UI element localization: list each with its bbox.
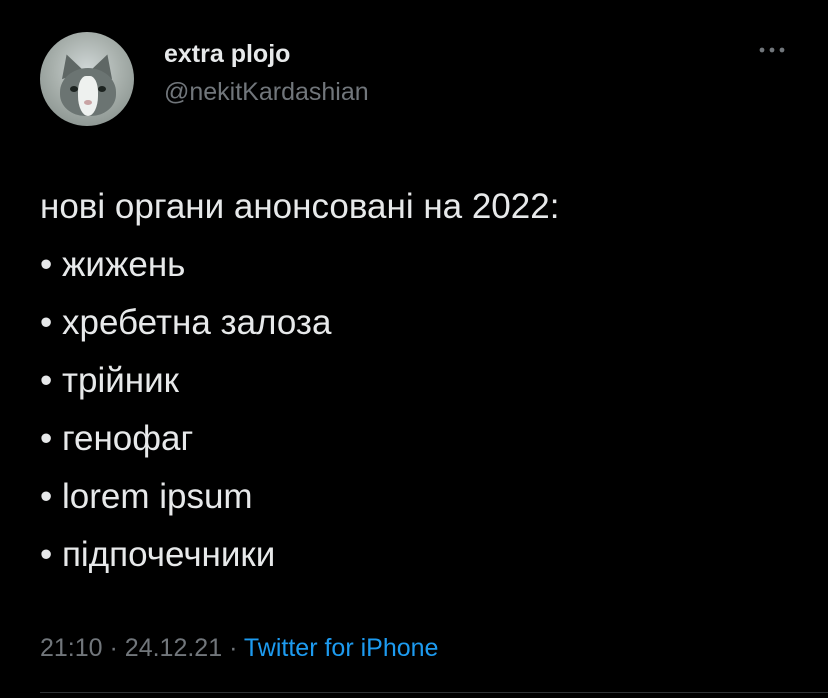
tweet-list-item: • хребетна залоза [40,303,332,342]
avatar-cat-blaze [78,76,98,116]
tweet-time[interactable]: 21:10 [40,634,103,662]
display-name[interactable]: extra plojo [164,40,290,69]
avatar[interactable] [40,32,134,126]
tweet-meta: 21:10 · 24.12.21 · Twitter for iPhone [40,634,438,663]
tweet-source-link[interactable]: Twitter for iPhone [244,634,439,662]
divider [40,692,828,693]
meta-separator: · [109,634,118,662]
tweet-header: extra plojo @nekitKardashian [38,30,798,130]
more-options-button[interactable] [754,38,790,62]
tweet-list-item: • генофаг [40,419,194,458]
avatar-cat-nose [84,100,92,105]
more-horizontal-icon [759,47,785,53]
tweet-text: нові органи анонсовані на 2022: • жижень… [40,178,800,584]
tweet-list-item: • підпочечники [40,535,276,574]
user-handle[interactable]: @nekitKardashian [164,78,369,107]
avatar-cat-eye-left [70,86,78,92]
tweet-list-item: • трійник [40,361,179,400]
tweet-list-item: • lorem ipsum [40,477,253,516]
tweet-list-item: • жижень [40,245,186,284]
avatar-cat-eye-right [98,86,106,92]
tweet-date[interactable]: 24.12.21 [125,634,222,662]
meta-separator: · [229,634,238,662]
tweet-line-intro: нові органи анонсовані на 2022: [40,187,560,226]
